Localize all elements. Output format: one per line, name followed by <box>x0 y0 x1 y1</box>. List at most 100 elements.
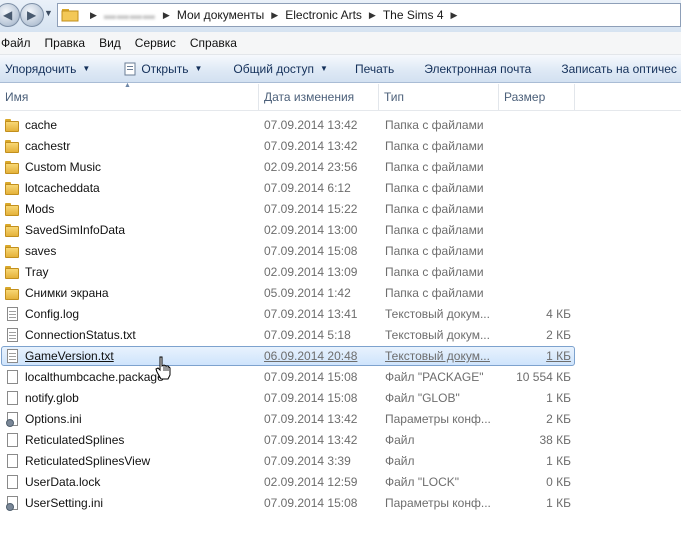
file-type: Параметры конф... <box>385 412 491 426</box>
file-type: Файл <box>385 454 415 468</box>
file-size: 38 КБ <box>539 433 571 447</box>
organize-label: Упорядочить <box>5 61 77 76</box>
column-header-type[interactable]: Тип <box>379 84 499 110</box>
column-headers: ▲ Имя Дата изменения Тип Размер <box>0 82 681 111</box>
folder-icon <box>5 286 20 301</box>
file-row[interactable]: lotcacheddata 07.09.2014 6:12 Папка с файл… <box>0 178 681 199</box>
file-name: Tray <box>25 265 49 279</box>
breadcrumb-separator-icon[interactable]: ▶ <box>451 10 458 21</box>
file-type: Файл "PACKAGE" <box>385 370 484 384</box>
file-type: Текстовый докум... <box>385 307 490 321</box>
file-row[interactable]: ReticulatedSplines 07.09.2014 13:42 Файл 38… <box>0 430 681 451</box>
file-date: 02.09.2014 13:09 <box>264 265 358 279</box>
file-date: 07.09.2014 13:42 <box>264 412 358 426</box>
recent-pages-dropdown-icon[interactable]: ▼ <box>44 8 53 18</box>
menu-help[interactable]: Справка <box>183 36 244 50</box>
file-row[interactable]: GameVersion.txt 06.09.2014 20:48 Текстовый… <box>0 346 681 367</box>
file-row[interactable]: Tray 02.09.2014 13:09 Папка с файлами <box>0 262 681 283</box>
breadcrumb-separator-icon[interactable]: ▶ <box>271 10 278 21</box>
blank-file-icon <box>5 370 20 385</box>
file-type: Папка с файлами <box>385 244 484 258</box>
file-date: 07.09.2014 13:42 <box>264 118 358 132</box>
file-name: Mods <box>25 202 55 216</box>
menu-file[interactable]: Файл <box>0 36 38 50</box>
breadcrumb-separator-icon[interactable]: ▶ <box>369 10 376 21</box>
file-row[interactable]: Снимки экрана 05.09.2014 1:42 Папка с файл… <box>0 283 681 304</box>
organize-button[interactable]: Упорядочить ▼ <box>0 62 99 76</box>
file-row[interactable]: saves 07.09.2014 15:08 Папка с файлами <box>0 241 681 262</box>
file-name: saves <box>25 244 57 258</box>
hand-cursor-icon <box>155 356 173 380</box>
file-size: 1 КБ <box>546 391 571 405</box>
file-row[interactable]: ReticulatedSplinesView 07.09.2014 3:39 Фай… <box>0 451 681 472</box>
file-type: Текстовый докум... <box>385 349 490 363</box>
file-date: 02.09.2014 13:00 <box>264 223 358 237</box>
file-row[interactable]: Mods 07.09.2014 15:22 Папка с файлами <box>0 199 681 220</box>
back-arrow-icon: ◀ <box>3 8 13 22</box>
address-bar[interactable]: ▶ ▬▬▬▬ ▶ Мои документы ▶ Electronic Arts… <box>57 3 681 27</box>
folder-icon <box>61 8 79 22</box>
file-row[interactable]: Config.log 07.09.2014 13:41 Текстовый доку… <box>0 304 681 325</box>
file-row[interactable]: UserSetting.ini 07.09.2014 15:08 Параметры… <box>0 493 681 514</box>
file-date: 07.09.2014 15:08 <box>264 370 358 384</box>
file-type: Файл "LOCK" <box>385 475 460 489</box>
file-date: 07.09.2014 13:42 <box>264 139 358 153</box>
menu-tools[interactable]: Сервис <box>128 36 183 50</box>
open-button[interactable]: Открыть ▼ <box>99 62 211 76</box>
breadcrumb-the-sims-4[interactable]: The Sims 4 <box>383 8 444 22</box>
file-row[interactable]: cache 07.09.2014 13:42 Папка с файлами <box>0 115 681 136</box>
file-row[interactable]: UserData.lock 02.09.2014 12:59 Файл "LOCK"… <box>0 472 681 493</box>
share-button[interactable]: Общий доступ ▼ <box>211 62 337 76</box>
forward-button[interactable]: ▶ <box>20 3 44 27</box>
menu-bar: Файл Правка Вид Сервис Справка <box>0 32 681 55</box>
file-date: 05.09.2014 1:42 <box>264 286 351 300</box>
file-type: Папка с файлами <box>385 139 484 153</box>
chevron-down-icon: ▼ <box>320 64 328 73</box>
file-date: 07.09.2014 6:12 <box>264 181 351 195</box>
file-size: 1 КБ <box>546 496 571 510</box>
file-date: 07.09.2014 3:39 <box>264 454 351 468</box>
open-label: Открыть <box>141 61 189 76</box>
file-date: 07.09.2014 15:08 <box>264 244 358 258</box>
blank-file-icon <box>5 454 20 469</box>
column-header-name[interactable]: Имя <box>0 84 259 110</box>
menu-edit[interactable]: Правка <box>38 36 93 50</box>
file-name: ReticulatedSplinesView <box>25 454 151 468</box>
burn-button[interactable]: Записать на оптичес <box>540 62 681 76</box>
file-date: 07.09.2014 15:08 <box>264 391 358 405</box>
file-type: Папка с файлами <box>385 160 484 174</box>
file-row[interactable]: Custom Music 02.09.2014 23:56 Папка с файл… <box>0 157 681 178</box>
file-date: 06.09.2014 20:48 <box>264 349 358 363</box>
breadcrumb-electronic-arts[interactable]: Electronic Arts <box>285 8 362 22</box>
file-size: 0 КБ <box>546 475 571 489</box>
column-header-size[interactable]: Размер <box>499 84 575 110</box>
file-name: ReticulatedSplines <box>25 433 125 447</box>
file-name: Custom Music <box>25 160 102 174</box>
file-name: cachestr <box>25 139 71 153</box>
file-row[interactable]: notify.glob 07.09.2014 15:08 Файл "GLOB" 1 … <box>0 388 681 409</box>
breadcrumb-separator-icon[interactable]: ▶ <box>90 10 97 21</box>
file-name: lotcacheddata <box>25 181 100 195</box>
breadcrumb-separator-icon[interactable]: ▶ <box>163 10 170 21</box>
file-size: 1 КБ <box>546 349 571 363</box>
menu-view[interactable]: Вид <box>92 36 128 50</box>
file-type: Папка с файлами <box>385 286 484 300</box>
file-date: 07.09.2014 13:42 <box>264 433 358 447</box>
file-row[interactable]: SavedSimInfoData 02.09.2014 13:00 Папка с … <box>0 220 681 241</box>
text-file-icon <box>5 328 20 343</box>
breadcrumb-user[interactable]: ▬▬▬▬ <box>104 8 156 22</box>
file-row[interactable]: ConnectionStatus.txt 07.09.2014 5:18 Текст… <box>0 325 681 346</box>
breadcrumb-documents[interactable]: Мои документы <box>177 8 264 22</box>
text-file-icon <box>5 349 20 364</box>
blank-file-icon <box>5 433 20 448</box>
print-button[interactable]: Печать <box>337 62 403 76</box>
column-header-date[interactable]: Дата изменения <box>259 84 379 110</box>
back-button[interactable]: ◀ <box>0 3 20 27</box>
file-row[interactable]: localthumbcache.package 07.09.2014 15:08 Ф… <box>0 367 681 388</box>
file-name: SavedSimInfoData <box>25 223 126 237</box>
folder-icon <box>5 244 20 259</box>
email-button[interactable]: Электронная почта <box>403 62 540 76</box>
file-row[interactable]: Options.ini 07.09.2014 13:42 Параметры кон… <box>0 409 681 430</box>
file-row[interactable]: cachestr 07.09.2014 13:42 Папка с файлами <box>0 136 681 157</box>
file-type: Папка с файлами <box>385 118 484 132</box>
